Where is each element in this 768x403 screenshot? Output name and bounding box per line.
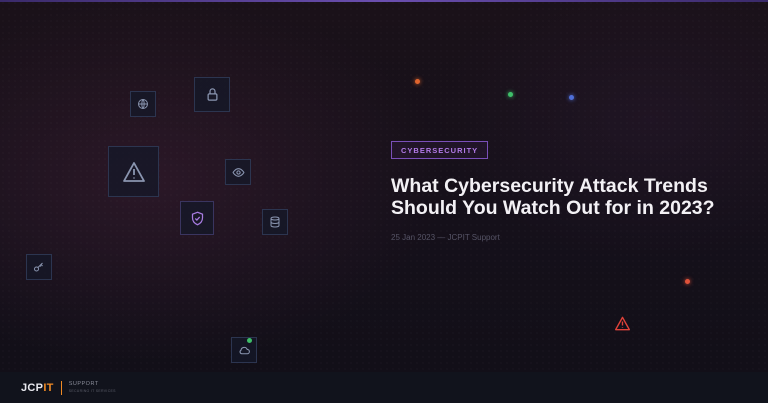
warning-tile [108,146,159,197]
warning-icon [122,161,146,183]
globe-icon [137,98,149,110]
alert-triangle-icon [614,316,631,336]
logo-divider [60,380,62,395]
status-dot-green [247,338,252,343]
lock-icon [205,87,220,102]
hero-banner: CYBERSECURITY What Cybersecurity Attack … [0,0,768,372]
article-title[interactable]: What Cybersecurity Attack Trends Should … [391,175,731,219]
support-label-block: SUPPORT SECURING IT SERVICES [68,380,116,394]
orange-dot [415,79,420,84]
support-tagline: SECURING IT SERVICES [68,388,116,393]
article-header: CYBERSECURITY What Cybersecurity Attack … [391,140,731,242]
category-badge[interactable]: CYBERSECURITY [391,141,489,159]
support-label: SUPPORT [68,380,99,387]
red-dot [685,279,690,284]
eye-icon [231,166,245,179]
database-tile [262,209,288,235]
blue-dot [569,95,574,100]
jcpit-logo[interactable]: JCPIT [21,382,54,394]
article-meta: 25 Jan 2023 — JCPIT Support [391,233,500,242]
cloud-icon [238,344,251,357]
eye-tile [225,159,251,185]
lock-tile [194,77,230,112]
logo-accent-text: IT [43,381,54,394]
shield-tile [180,201,214,235]
key-tile [26,254,52,280]
green-dot [508,92,513,97]
globe-tile [130,91,156,117]
logo-main-text: JCP [21,381,44,394]
key-icon [33,261,45,273]
cloud-tile [231,337,257,363]
top-accent-line [0,0,768,2]
footer-bar: JCPIT SUPPORT SECURING IT SERVICES [0,372,768,403]
shield-check-icon [190,211,205,226]
database-icon [269,216,281,228]
